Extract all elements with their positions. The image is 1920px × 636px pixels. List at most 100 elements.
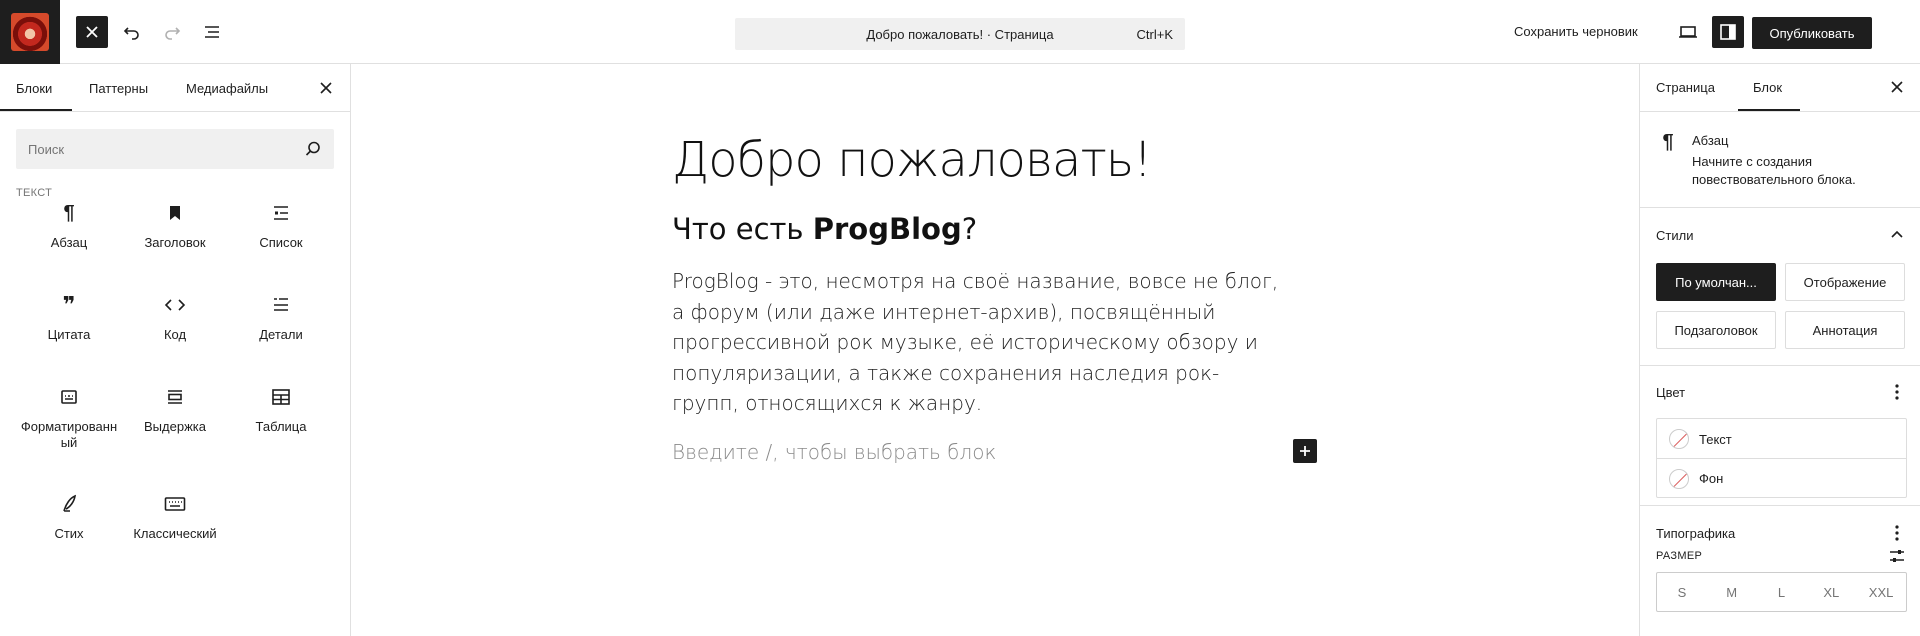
block-label: Цитата (47, 327, 91, 342)
editor-header: Добро пожаловать! · Страница Ctrl+K Сохр… (0, 0, 1920, 64)
block-label: Код (163, 327, 187, 342)
more-vertical-icon (1895, 525, 1899, 541)
sidebar-tabs: Страница Блок (1640, 64, 1920, 112)
heading-block[interactable]: Что есть ProgBlog? (672, 212, 977, 246)
style-annotation-button[interactable]: Аннотация (1785, 311, 1905, 349)
editor-canvas: Добро пожаловать! Что есть ProgBlog? Pro… (351, 64, 1639, 636)
publish-button[interactable]: Опубликовать (1752, 17, 1872, 49)
block-pullquote[interactable]: Выдержка (122, 385, 228, 435)
page-title[interactable]: Добро пожаловать! (672, 132, 1152, 188)
tab-media[interactable]: Медиафайлы (186, 81, 268, 96)
size-s-option[interactable]: S (1657, 573, 1707, 611)
redo-button[interactable] (156, 16, 188, 48)
close-inserter-button[interactable] (76, 16, 108, 48)
pullquote-icon (168, 390, 182, 404)
block-label: Классический (133, 526, 217, 541)
block-paragraph[interactable]: ¶ Абзац (16, 201, 122, 251)
block-quote[interactable]: ❞ Цитата (16, 293, 122, 343)
block-card-description: Начните с создания повествовательного бл… (1692, 154, 1856, 187)
styles-panel: Стили По умолчан... Отображение Подзагол… (1640, 208, 1920, 366)
paragraph-icon: ¶ (63, 201, 75, 224)
typography-panel-title: Типографика (1656, 526, 1736, 541)
style-display-button[interactable]: Отображение (1785, 263, 1905, 301)
document-overview-button[interactable] (196, 16, 228, 48)
style-default-button[interactable]: По умолчан... (1656, 263, 1776, 301)
more-vertical-icon (1895, 384, 1899, 400)
tab-blocks[interactable]: Блоки (16, 81, 52, 96)
heading-suffix: ? (961, 212, 978, 246)
empty-block-placeholder[interactable]: Введите /, чтобы выбрать блок (672, 440, 996, 464)
empty-swatch-icon (1669, 468, 1689, 489)
heading-text: Что есть (672, 212, 813, 246)
close-settings-button[interactable] (1887, 77, 1907, 97)
block-table[interactable]: Таблица (228, 385, 334, 435)
block-code[interactable]: Код (122, 293, 228, 343)
block-list[interactable]: Список (228, 201, 334, 251)
size-l-option[interactable]: L (1757, 573, 1807, 611)
shortcut-hint: Ctrl+K (1136, 26, 1173, 42)
code-icon (164, 299, 186, 311)
size-xxl-option[interactable]: XXL (1856, 573, 1906, 611)
block-label: Список (259, 235, 303, 250)
block-card: ¶ Абзац Начните с создания повествовател… (1640, 112, 1920, 208)
view-button[interactable] (1672, 16, 1704, 48)
block-preformatted[interactable]: Форматированный (16, 385, 122, 451)
typography-panel: Типографика РАЗМЕР S M L XL XXL (1640, 506, 1920, 636)
close-inserter-panel-button[interactable] (316, 78, 336, 98)
close-icon (86, 26, 98, 38)
undo-button[interactable] (116, 16, 148, 48)
search-input[interactable] (16, 129, 296, 169)
color-text-item[interactable]: Текст (1657, 419, 1906, 459)
style-subheading-button[interactable]: Подзаголовок (1656, 311, 1776, 349)
tab-block[interactable]: Блок (1753, 80, 1782, 95)
active-tab-indicator (0, 109, 72, 111)
block-label: Выдержка (144, 419, 206, 434)
block-verse[interactable]: Стих (16, 492, 122, 542)
details-icon (274, 298, 288, 311)
paragraph-block[interactable]: ProgBlog - это, несмотря на своё названи… (672, 266, 1282, 419)
collapse-styles-button[interactable] (1887, 224, 1907, 244)
block-inserter-panel: Блоки Паттерны Медиафайлы ТЕКСТ ¶ Абзац … (0, 64, 351, 636)
block-card-title: Абзац (1692, 133, 1729, 148)
site-logo-image (11, 13, 49, 51)
add-block-button[interactable] (1293, 439, 1317, 463)
tab-page[interactable]: Страница (1656, 80, 1715, 95)
keyboard-icon (164, 497, 186, 511)
settings-sliders-icon (1890, 550, 1904, 562)
close-icon (1891, 81, 1903, 93)
active-tab-indicator (1738, 109, 1800, 111)
color-options-button[interactable] (1887, 382, 1907, 402)
undo-icon (123, 27, 139, 40)
custom-size-button[interactable] (1887, 546, 1907, 566)
color-item-label: Текст (1699, 431, 1732, 447)
save-draft-button[interactable]: Сохранить черновик (1514, 24, 1638, 39)
tab-patterns[interactable]: Паттерны (89, 81, 148, 96)
block-heading[interactable]: Заголовок (122, 201, 228, 251)
size-xl-option[interactable]: XL (1806, 573, 1856, 611)
search-icon[interactable] (304, 140, 322, 158)
bookmark-icon (170, 206, 180, 220)
settings-toggle-button[interactable] (1712, 16, 1744, 48)
site-icon[interactable] (0, 0, 60, 64)
block-details[interactable]: Детали (228, 293, 334, 343)
settings-sidebar: Страница Блок ¶ Абзац Начните с создания… (1639, 64, 1920, 636)
plus-icon (1300, 446, 1310, 456)
table-icon (272, 389, 290, 405)
preformatted-icon (61, 390, 77, 404)
color-background-item[interactable]: Фон (1657, 458, 1906, 498)
styles-panel-title[interactable]: Стили (1656, 228, 1693, 243)
category-label: ТЕКСТ (16, 187, 53, 199)
size-m-option[interactable]: M (1707, 573, 1757, 611)
color-item-label: Фон (1699, 471, 1724, 486)
color-panel: Цвет Текст Фон (1640, 366, 1920, 506)
block-classic[interactable]: Классический (122, 492, 228, 542)
empty-swatch-icon (1669, 429, 1689, 449)
chevron-up-icon (1891, 230, 1903, 238)
sidebar-icon (1720, 24, 1736, 40)
command-palette-bar[interactable]: Добро пожаловать! · Страница Ctrl+K (735, 18, 1185, 50)
list-icon (274, 206, 288, 220)
list-view-icon (205, 26, 219, 38)
typography-options-button[interactable] (1887, 523, 1907, 543)
paragraph-icon: ¶ (1662, 130, 1674, 153)
block-search (16, 129, 334, 169)
